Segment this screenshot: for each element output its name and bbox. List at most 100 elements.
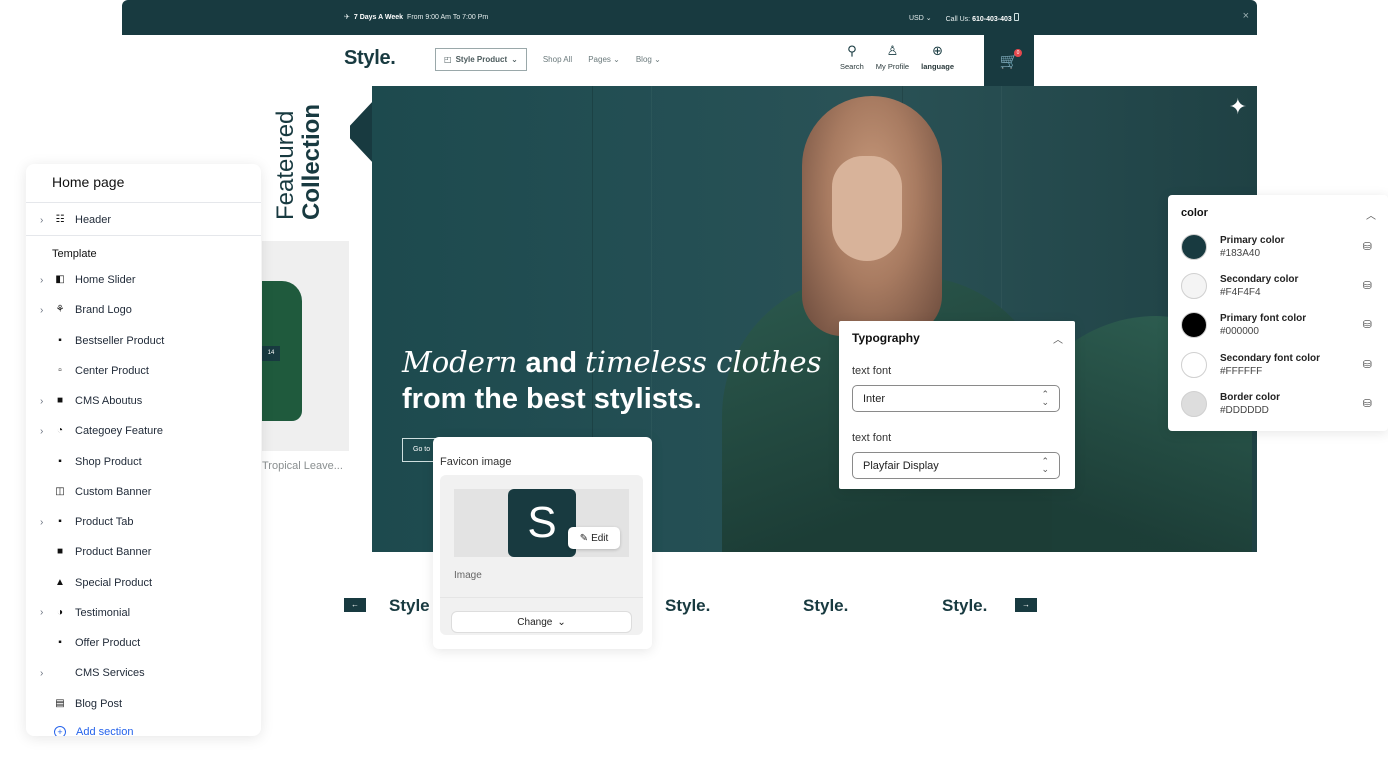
sidebar-item-label: Product Tab	[75, 516, 134, 528]
chevron-right-icon: ›	[40, 274, 44, 286]
sidebar-item[interactable]: › ⚘ Brand Logo	[26, 295, 261, 325]
sidebar-item-label: CMS Services	[75, 667, 145, 680]
nav-style-product[interactable]: ◰ Style Product ⌄	[435, 48, 527, 71]
cart-button[interactable]: 🛒 0	[984, 35, 1034, 86]
sidebar-item-label: Bestseller Product	[75, 334, 165, 347]
close-icon[interactable]: ×	[1243, 10, 1249, 22]
sidebar-item[interactable]: › ◔ Categoey Feature	[26, 416, 261, 446]
phone-icon	[1013, 13, 1019, 21]
color-row[interactable]: Primary color #183A40 ⛁	[1168, 231, 1388, 267]
store-logo[interactable]: Style.	[344, 47, 396, 70]
select-arrows-icon: ⌃ ⌄	[1041, 389, 1049, 407]
chevron-down-icon: ⌄	[557, 616, 566, 628]
sidebar-item[interactable]: ▤ Blog Post	[26, 689, 261, 719]
color-name: Secondary font color	[1220, 352, 1321, 364]
nav-profile[interactable]: ♙ My Profile	[876, 44, 909, 72]
favicon-edit-button[interactable]: ✎ Edit	[568, 527, 620, 549]
color-swatch[interactable]	[1181, 234, 1207, 260]
nav-item-shop-all[interactable]: Shop All	[543, 55, 572, 64]
database-icon[interactable]: ⛁	[1363, 240, 1372, 253]
color-swatch[interactable]	[1181, 273, 1207, 300]
sidebar-item[interactable]: › CMS Services	[26, 658, 261, 688]
promo-text: From 9:00 Am To 7:00 Pm	[407, 13, 489, 21]
currency-select[interactable]: USD ⌄	[909, 14, 932, 22]
chevron-up-icon[interactable]: ︿	[1053, 331, 1063, 346]
chevron-up-icon[interactable]: ︿	[1366, 207, 1376, 222]
nav-search[interactable]: ⚲ Search	[840, 44, 864, 72]
chevron-right-icon: ›	[40, 516, 44, 528]
color-row[interactable]: Secondary color #F4F4F4 ⛁	[1168, 270, 1388, 306]
section-icon: ▲	[55, 576, 65, 588]
color-hex: #DDDDDD	[1220, 404, 1269, 416]
sidebar-item[interactable]: ▪ Bestseller Product	[26, 326, 261, 356]
pencil-icon: ✎	[579, 532, 589, 544]
sidebar-item-label: Categoey Feature	[75, 425, 164, 438]
section-icon: ■	[56, 546, 64, 558]
arrow-right-icon[interactable]: →	[1015, 598, 1037, 612]
sidebar-item[interactable]: ▫ Center Product	[26, 356, 261, 386]
color-row[interactable]: Border color #DDDDDD ⛁	[1168, 388, 1388, 424]
featured-collection-heading: Feateured Collection	[272, 96, 332, 220]
nav-item-blog[interactable]: Blog ⌄	[636, 55, 661, 64]
announcement-bar: ✈ 7 Days A Week From 9:00 Am To 7:00 Pm …	[122, 0, 1257, 35]
favicon-letter: S	[508, 489, 576, 557]
sidebar-item-label: Shop Product	[75, 455, 142, 468]
sidebar-title: Home page	[52, 174, 125, 190]
sidebar-item-label: Testimonial	[75, 606, 131, 619]
chevron-right-icon: ›	[40, 425, 44, 437]
product-card-image[interactable]: 14	[262, 241, 349, 451]
section-icon: ◧	[55, 274, 65, 285]
sidebar-item[interactable]: › ◧ Home Slider	[26, 265, 261, 295]
typography-title: Typography	[852, 331, 920, 345]
template-label: Template	[52, 248, 97, 260]
database-icon[interactable]: ⛁	[1363, 279, 1372, 292]
sidebar-item[interactable]: ▲ Special Product	[26, 568, 261, 598]
font-select-2[interactable]: Playfair Display ⌃ ⌄	[852, 452, 1060, 479]
call-us: Call Us: 610-403-403	[946, 13, 1019, 23]
sidebar-item-label: Custom Banner	[75, 485, 152, 498]
section-icon: ⚘	[55, 304, 65, 316]
color-name: Primary color	[1220, 235, 1285, 246]
color-swatch[interactable]	[1181, 390, 1207, 417]
database-icon[interactable]: ⛁	[1363, 318, 1372, 331]
database-icon[interactable]: ⛁	[1363, 397, 1372, 410]
change-button[interactable]: Change ⌄	[451, 611, 632, 633]
sidebar-item[interactable]: › ◑ Testimonial	[26, 598, 261, 628]
color-swatch[interactable]	[1181, 312, 1207, 339]
color-swatch[interactable]	[1181, 351, 1207, 378]
sidebar-item[interactable]: ◫ Custom Banner	[26, 477, 261, 507]
sidebar-item-label: Brand Logo	[75, 304, 132, 317]
chevron-right-icon: ›	[40, 214, 44, 226]
product-name[interactable]: Tropical Leave...	[262, 460, 343, 472]
color-row[interactable]: Secondary font color #FFFFFF ⛁	[1168, 349, 1388, 385]
section-icon: ▫	[58, 364, 62, 376]
promo-bold: 7 Days A Week	[353, 13, 404, 21]
brand-logo: Style.	[665, 596, 711, 615]
sidebar-item[interactable]: ▪ Shop Product	[26, 447, 261, 477]
chevron-right-icon: ›	[40, 395, 44, 407]
font-select-1[interactable]: Inter ⌃ ⌄	[852, 385, 1060, 412]
add-section-button[interactable]: + Add section	[54, 726, 133, 736]
product-tag: 14	[262, 346, 280, 361]
nav-item-pages[interactable]: Pages ⌄	[588, 55, 620, 64]
section-icon: ■	[56, 395, 64, 406]
brand-logo: Style	[389, 596, 430, 615]
chevron-right-icon: ›	[40, 304, 44, 316]
sidebar-item[interactable]: › ■ CMS Aboutus	[26, 386, 261, 416]
arrow-left-icon[interactable]: ←	[344, 598, 366, 612]
section-icon: ▪	[58, 334, 62, 346]
color-hex: #000000	[1220, 326, 1259, 338]
section-icon: ▪	[58, 455, 62, 467]
nav-icons: ⚲ Search ♙ My Profile ⊕ language	[840, 44, 954, 72]
sidebar-item[interactable]: ■ Product Banner	[26, 537, 261, 567]
sidebar-item[interactable]: › ▪ Product Tab	[26, 507, 261, 537]
sidebar-item-header[interactable]: › ☷ Header	[26, 205, 261, 235]
chevron-right-icon: ›	[40, 607, 44, 619]
color-row[interactable]: Primary font color #000000 ⛁	[1168, 309, 1388, 345]
section-icon: ◑	[56, 606, 64, 618]
store-navbar: Style. ◰ Style Product ⌄ Shop All Pages …	[122, 35, 1257, 86]
sidebar-item[interactable]: ▪ Offer Product	[26, 628, 261, 658]
database-icon[interactable]: ⛁	[1363, 358, 1372, 371]
nav-language[interactable]: ⊕ language	[921, 44, 954, 72]
sidebar-item-label: Special Product	[75, 576, 153, 589]
